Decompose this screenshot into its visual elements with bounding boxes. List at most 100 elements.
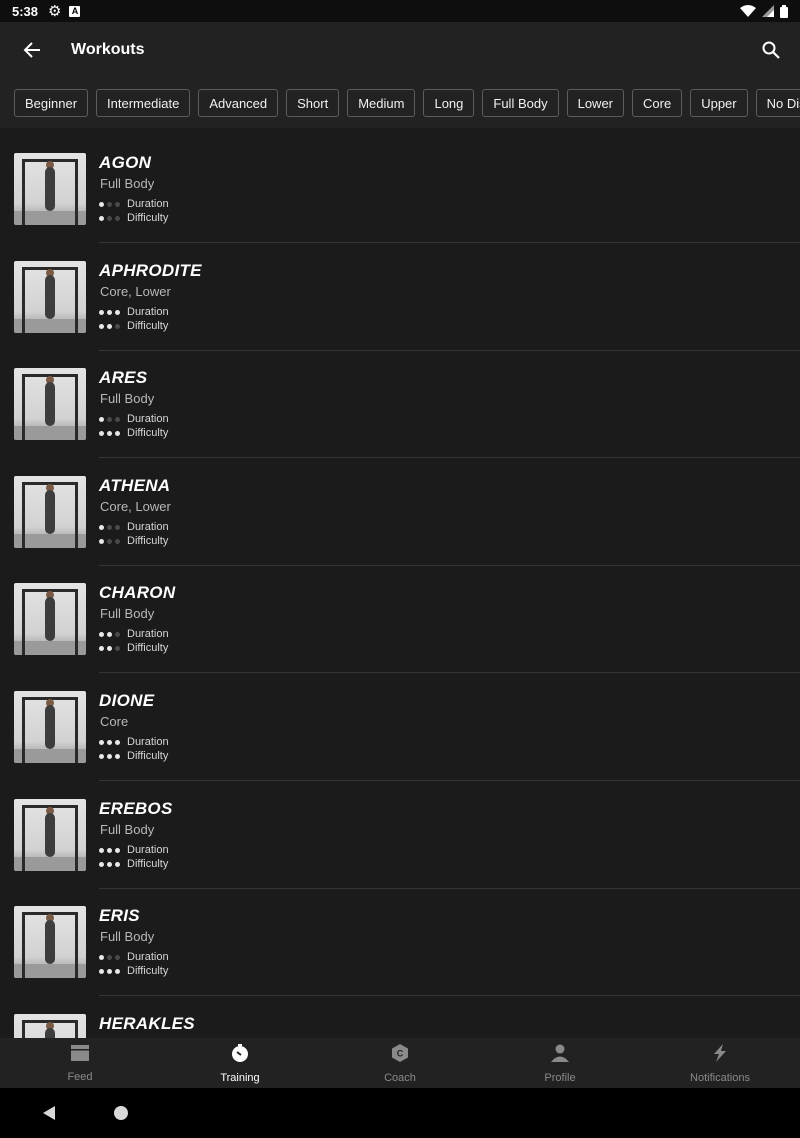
rating-dot: [115, 861, 120, 867]
filter-chip-advanced[interactable]: Advanced: [198, 89, 279, 117]
coach-icon: C: [390, 1043, 410, 1068]
nav-training[interactable]: Training: [160, 1038, 320, 1088]
back-button[interactable]: [0, 22, 64, 78]
rating-dot: [107, 538, 112, 544]
workout-thumbnail: [14, 799, 86, 871]
workout-row-eris[interactable]: ERIS Full Body Duration Difficulty: [0, 881, 800, 996]
rating-dot: [99, 861, 104, 867]
filter-chip-short[interactable]: Short: [286, 89, 340, 117]
rating-dots: [99, 739, 120, 745]
workout-row-charon[interactable]: CHARON Full Body Duration Difficulty: [0, 558, 800, 673]
nav-profile[interactable]: Profile: [480, 1038, 640, 1088]
profile-icon: [550, 1043, 570, 1068]
workout-category: Full Body: [100, 606, 155, 621]
difficulty-rating: Difficulty: [99, 642, 168, 654]
feed-icon: [70, 1044, 90, 1067]
difficulty-label: Difficulty: [127, 858, 169, 870]
filter-chip-core[interactable]: Core: [632, 89, 683, 117]
duration-label: Duration: [127, 628, 169, 640]
rating-dots: [99, 631, 120, 637]
system-navigation-bar: [0, 1088, 800, 1138]
difficulty-rating: Difficulty: [99, 750, 168, 762]
rating-dots: [99, 524, 120, 530]
rating-dots: [99, 645, 120, 651]
rating-dots: [99, 323, 120, 329]
rating-dot: [107, 430, 112, 436]
rating-dot: [115, 201, 120, 207]
filter-chip-medium[interactable]: Medium: [347, 89, 416, 117]
rating-dot: [107, 215, 112, 221]
filter-chip-full-body[interactable]: Full Body: [482, 89, 559, 117]
wifi-icon: [740, 5, 756, 17]
duration-rating: Duration: [99, 951, 169, 963]
workout-list[interactable]: AGON Full Body Duration Difficulty APHRODITE…: [0, 128, 800, 1038]
filter-bar: Beginner Intermediate Advanced Short Medium L…: [0, 78, 800, 128]
nav-feed[interactable]: Feed: [0, 1038, 160, 1088]
rating-dot: [99, 309, 104, 315]
workout-category: Core, Lower: [100, 284, 171, 299]
nav-label: Coach: [384, 1071, 416, 1084]
workout-row-dione[interactable]: DIONE Core Duration Difficulty: [0, 666, 800, 781]
filter-chip-no-distance[interactable]: No Distance: [755, 89, 800, 117]
page-title: Workouts: [71, 41, 145, 58]
rating-dot: [99, 847, 104, 853]
filter-chip-intermediate[interactable]: Intermediate: [96, 89, 191, 117]
duration-label: Duration: [127, 951, 169, 963]
app-bar: Workouts: [0, 22, 800, 78]
nav-label: Profile: [544, 1071, 576, 1084]
difficulty-label: Difficulty: [127, 535, 169, 547]
difficulty-label: Difficulty: [127, 642, 169, 654]
rating-dot: [107, 645, 112, 651]
status-time: 5:38: [12, 3, 39, 19]
status-icons-left: ⚙ A: [48, 4, 81, 19]
rating-dot: [99, 631, 104, 637]
workout-name: DIONE: [99, 691, 155, 710]
workout-row-herakles[interactable]: HERAKLES: [0, 989, 800, 1038]
rating-dot: [107, 524, 112, 530]
rating-dot: [115, 430, 120, 436]
nav-label: Training: [220, 1071, 260, 1084]
status-bar: 5:38 ⚙ A: [0, 0, 800, 22]
search-button[interactable]: [742, 22, 800, 78]
workout-name: HERAKLES: [99, 1014, 195, 1033]
filter-chip-lower[interactable]: Lower: [566, 89, 625, 117]
filter-chip-upper[interactable]: Upper: [690, 89, 748, 117]
nav-notifications[interactable]: Notifications: [640, 1038, 800, 1088]
filter-chip-beginner[interactable]: Beginner: [14, 89, 89, 117]
workout-thumbnail: [14, 476, 86, 548]
rating-dot: [99, 201, 104, 207]
duration-rating: Duration: [99, 628, 169, 640]
workout-row-athena[interactable]: ATHENA Core, Lower Duration Difficulty: [0, 451, 800, 566]
rating-dot: [115, 847, 120, 853]
rating-dots: [99, 753, 120, 759]
rating-dot: [115, 215, 120, 221]
rating-dot: [115, 538, 120, 544]
difficulty-label: Difficulty: [127, 427, 169, 439]
workout-row-ares[interactable]: ARES Full Body Duration Difficulty: [0, 343, 800, 458]
rating-dot: [99, 954, 104, 960]
nav-label: Feed: [67, 1070, 93, 1083]
system-home-icon[interactable]: [114, 1106, 128, 1120]
workout-row-erebos[interactable]: EREBOS Full Body Duration Difficulty: [0, 774, 800, 889]
workout-row-aphrodite[interactable]: APHRODITE Core, Lower Duration Difficulty: [0, 236, 800, 351]
rating-dot: [107, 739, 112, 745]
workout-name: AGON: [99, 153, 152, 172]
system-back-icon[interactable]: [42, 1105, 56, 1121]
workout-name: APHRODITE: [99, 261, 202, 280]
rating-dot: [107, 861, 112, 867]
rating-dot: [99, 416, 104, 422]
nav-coach[interactable]: C Coach: [320, 1038, 480, 1088]
rating-dot: [99, 538, 104, 544]
rating-dots: [99, 538, 120, 544]
rating-dot: [115, 954, 120, 960]
rating-dot: [115, 309, 120, 315]
difficulty-rating: Difficulty: [99, 320, 168, 332]
workout-name: CHARON: [99, 583, 176, 602]
filter-chip-long[interactable]: Long: [423, 89, 475, 117]
rating-dot: [107, 631, 112, 637]
workout-thumbnail: [14, 1014, 86, 1038]
rating-dots: [99, 430, 120, 436]
rating-dot: [99, 215, 104, 221]
workout-row-agon[interactable]: AGON Full Body Duration Difficulty: [0, 128, 800, 243]
rating-dot: [107, 201, 112, 207]
